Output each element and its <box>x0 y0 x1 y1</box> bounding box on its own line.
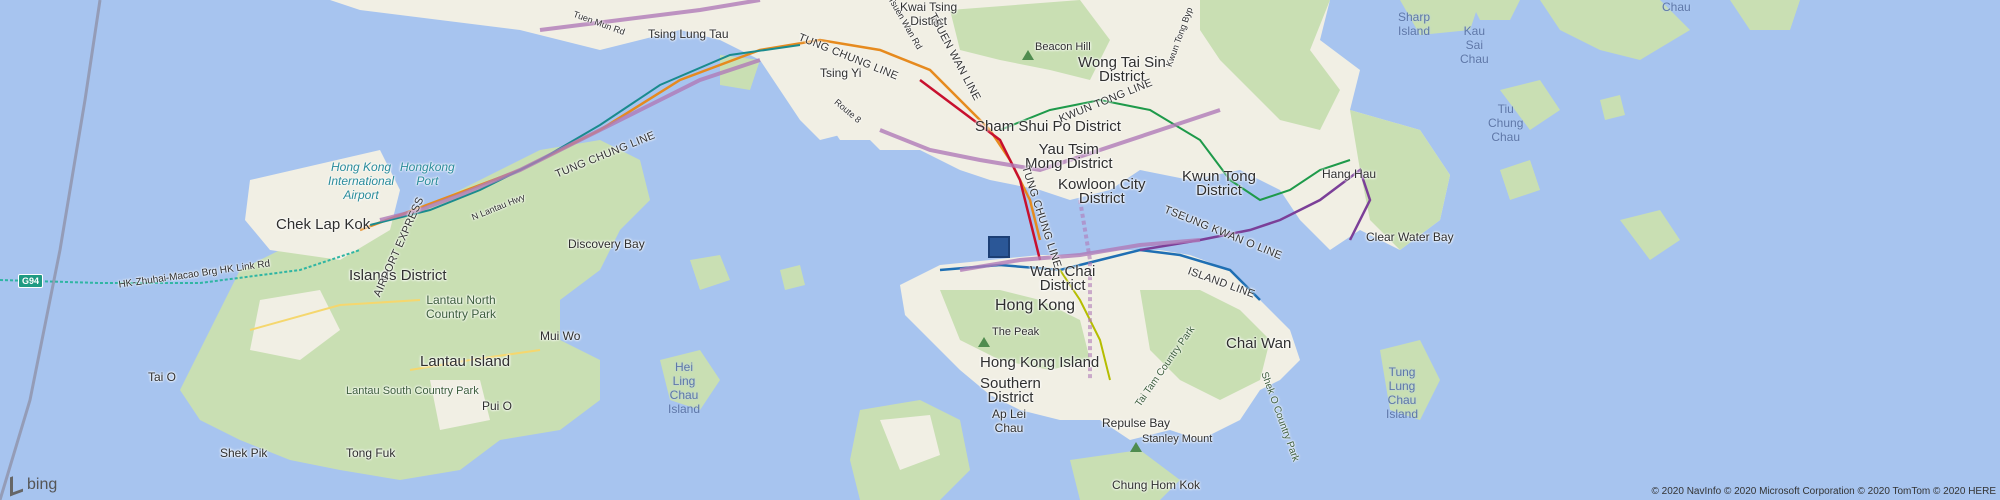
label-kowloon-city: Kowloon City District <box>1058 177 1146 207</box>
label-hong-kong: Hong Kong <box>995 297 1076 314</box>
label-islands-district: Islands District <box>349 267 447 284</box>
label-text: District <box>987 389 1034 406</box>
label-tung-lung-chau: Tung Lung Chau Island <box>1386 365 1418 421</box>
label-text: Island <box>1398 24 1431 38</box>
bing-logo[interactable]: bing <box>10 472 58 497</box>
label-tong-fuk: Tong Fuk <box>346 446 396 460</box>
bing-logo-icon <box>10 472 23 497</box>
label-hang-hau: Hang Hau <box>1322 167 1377 181</box>
label-text: Kwai Tsing <box>900 0 958 14</box>
label-pui-o: Pui O <box>482 399 513 413</box>
label-wan-chai: Wan Chai District <box>1030 264 1095 294</box>
label-text: Tung <box>1388 365 1416 379</box>
label-text: District <box>1039 277 1086 294</box>
label-text: Chau <box>994 421 1024 435</box>
label-text: Lantau North <box>426 293 496 307</box>
label-text: Chau <box>1387 393 1417 407</box>
label-beacon-hill: Beacon Hill <box>1035 41 1091 53</box>
label-hei-ling-chau: Hei Ling Chau Island <box>668 360 700 416</box>
label-lantau-north: Lantau North Country Park <box>426 293 496 321</box>
label-ap-lei-chau: Ap Lei Chau <box>992 407 1026 435</box>
label-text: International <box>328 174 395 188</box>
label-kau-sai-chau: Kau Sai Chau <box>1460 24 1489 66</box>
label-lantau-south: Lantau South Country Park <box>346 385 479 397</box>
label-sham-shui-po: Sham Shui Po District <box>975 118 1121 135</box>
label-text: District <box>1196 182 1242 199</box>
label-text: Chau <box>1460 52 1489 66</box>
label-repulse-bay: Repulse Bay <box>1102 416 1171 430</box>
label-text: Country Park <box>426 307 497 321</box>
label-tsing-lung-tau: Tsing Lung Tau <box>648 27 729 41</box>
label-text: Chau <box>669 388 699 402</box>
label-yau-tsim-mong: Yau Tsim Mong District <box>1025 142 1113 172</box>
label-text: Chung <box>1488 116 1524 130</box>
label-text: Hongkong <box>400 160 455 174</box>
label-lantau-island: Lantau Island <box>420 353 511 370</box>
label-text: Tiu <box>1497 102 1514 116</box>
mountain-peak-icon <box>1022 50 1034 60</box>
label-tai-o: Tai O <box>148 370 177 384</box>
label-southern: Southern District <box>980 376 1041 406</box>
label-text: Ling <box>672 374 696 388</box>
label-the-peak: The Peak <box>992 326 1040 338</box>
map-copyright: © 2020 NavInfo © 2020 Microsoft Corporat… <box>1651 486 1996 497</box>
label-mui-wo: Mui Wo <box>540 329 581 343</box>
label-chek-lap-kok: Chek Lap Kok <box>276 216 371 233</box>
label-text: Sai <box>1465 38 1484 52</box>
label-clear-water-bay: Clear Water Bay <box>1366 230 1454 244</box>
location-marker-icon[interactable] <box>988 236 1010 258</box>
label-text: Port <box>416 174 439 188</box>
label-tiu-chung-chau: Tiu Chung Chau <box>1488 102 1523 144</box>
label-chau: Chau <box>1662 0 1691 14</box>
label-discovery-bay: Discovery Bay <box>568 237 645 251</box>
label-text: District <box>1078 190 1125 207</box>
mountain-peak-icon <box>978 337 990 347</box>
label-text: Sharp <box>1398 10 1431 24</box>
label-text: Lung <box>1388 379 1416 393</box>
label-hongkong-port: Hongkong Port <box>400 160 455 188</box>
label-sharp-island: Sharp Island <box>1398 10 1430 38</box>
label-wong-tai-sin: Wong Tai Sin District <box>1078 55 1166 84</box>
label-stanley-mount: Stanley Mount <box>1142 433 1213 445</box>
highway-shield-badge: G94 <box>18 274 44 288</box>
label-chai-wan: Chai Wan <box>1226 335 1292 352</box>
label-kwun-tong: Kwun Tong District <box>1182 169 1256 199</box>
label-text: Hong Kong <box>331 160 392 174</box>
map-canvas[interactable]: Kwai Tsing District Beacon Hill Wong Tai … <box>0 0 2000 500</box>
label-text: Airport <box>343 188 379 202</box>
label-text: Hei <box>675 360 694 374</box>
label-text: Mong District <box>1025 155 1113 172</box>
mountain-peak-icon <box>1130 442 1142 452</box>
label-shek-pik: Shek Pik <box>220 446 268 460</box>
label-text: Chau <box>1491 130 1521 144</box>
label-text: Island <box>1386 407 1419 421</box>
label-tsing-yi: Tsing Yi <box>820 66 862 80</box>
label-hong-kong-island: Hong Kong Island <box>980 354 1100 371</box>
label-hk-airport: Hong Kong International Airport <box>328 160 394 202</box>
label-text: Island <box>668 402 701 416</box>
bing-logo-text: bing <box>27 475 58 493</box>
label-text: Ap Lei <box>992 407 1027 421</box>
label-chung-hom-kok: Chung Hom Kok <box>1112 478 1201 492</box>
label-text: Kau <box>1463 24 1486 38</box>
